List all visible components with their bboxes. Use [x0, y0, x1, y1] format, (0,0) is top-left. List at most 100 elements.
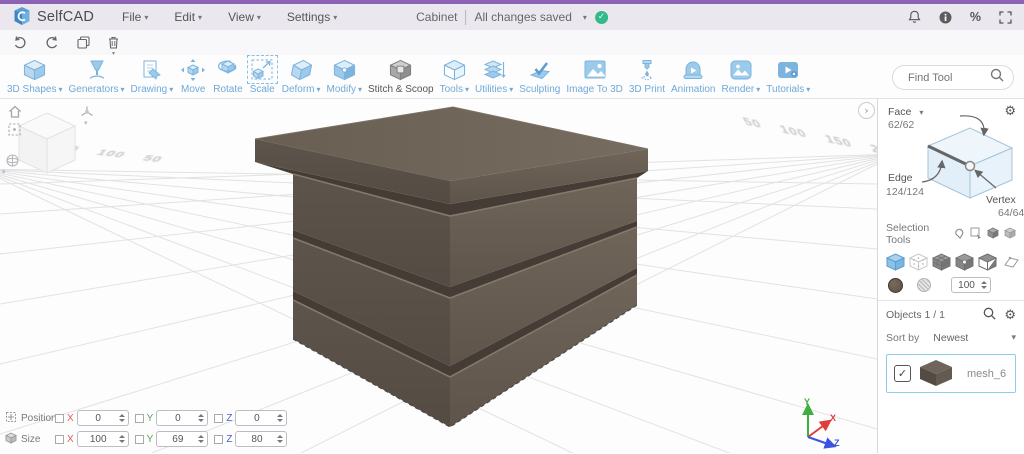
sort-dropdown[interactable]: Newest ▾: [933, 332, 1016, 344]
menu-settings[interactable]: Settings ▾: [287, 10, 337, 24]
size-z-checkbox[interactable]: [214, 434, 224, 444]
menu-edit[interactable]: Edit ▾: [174, 10, 202, 24]
chevron-down-icon: ▾: [58, 85, 63, 94]
position-x-input[interactable]: [77, 412, 119, 424]
info-icon[interactable]: [939, 11, 952, 24]
stepper-icon[interactable]: [118, 414, 128, 422]
position-x-input-box[interactable]: [76, 410, 129, 426]
tool-3d-print[interactable]: 3D Print: [629, 57, 665, 97]
size-x-input-box[interactable]: [76, 431, 129, 447]
stepper-icon[interactable]: [118, 435, 128, 443]
search-objects-icon[interactable]: [983, 307, 997, 323]
home-view-icon[interactable]: [8, 105, 22, 123]
size-y-checkbox[interactable]: [134, 434, 144, 444]
gear-icon[interactable]: ⚙: [1004, 309, 1016, 322]
stepper-icon[interactable]: [277, 435, 286, 443]
select-region-mode-icon[interactable]: [955, 253, 974, 271]
size-y-input[interactable]: [157, 433, 199, 445]
material-texture-swatch[interactable]: [917, 278, 931, 292]
select-vertices-mode-icon[interactable]: [909, 253, 928, 271]
solid-cube-icon[interactable]: [1004, 227, 1016, 242]
strength-input-box[interactable]: [951, 277, 991, 293]
tool-generators[interactable]: Generators ▾: [69, 57, 125, 97]
search-icon[interactable]: [990, 68, 1004, 87]
copy-icon[interactable]: [77, 36, 90, 49]
tool-utilities[interactable]: Utilities ▾: [475, 57, 513, 97]
panel-collapse-button[interactable]: ›: [858, 102, 875, 119]
tool-image-to-3d[interactable]: Image To 3D: [566, 57, 623, 97]
strength-input[interactable]: [952, 279, 981, 291]
position-z-input[interactable]: [236, 412, 278, 424]
select-loop-mode-icon[interactable]: [978, 253, 997, 271]
size-z-input[interactable]: [236, 433, 278, 445]
stepper-icon[interactable]: [198, 435, 207, 443]
position-y-checkbox[interactable]: [134, 413, 144, 423]
tool-modify[interactable]: Modify ▾: [327, 57, 362, 97]
stitch-scoop-icon: [387, 57, 414, 82]
delete-trash-icon[interactable]: ▾: [108, 36, 119, 57]
transform-panel: Position X Y Z Size X: [4, 410, 288, 447]
redo-icon[interactable]: [45, 36, 59, 49]
menu-file[interactable]: File ▾: [122, 10, 148, 24]
position-y-input[interactable]: [157, 412, 199, 424]
chevron-down-icon[interactable]: ▾: [84, 119, 88, 127]
tool-scale[interactable]: Scale: [246, 55, 278, 97]
tool-render[interactable]: Render ▾: [721, 57, 760, 97]
orbit-icon[interactable]: [5, 153, 20, 173]
select-object-mode-icon[interactable]: [886, 253, 905, 271]
stepper-icon[interactable]: [198, 414, 207, 422]
position-z-checkbox[interactable]: [214, 413, 224, 423]
stepper-icon[interactable]: [277, 414, 286, 422]
save-status[interactable]: All changes saved: [474, 10, 571, 24]
tool-drawing[interactable]: Drawing ▾: [131, 57, 173, 97]
select-plane-mode-icon[interactable]: [1001, 253, 1020, 271]
model-mesh-6[interactable]: [254, 106, 649, 428]
right-panel: Face ▾ 62/62 ⚙ Edge 124/124 Vertex 64/64…: [877, 99, 1024, 453]
object-list-item[interactable]: ✓ mesh_6: [886, 354, 1016, 393]
stepper-icon[interactable]: [981, 281, 990, 289]
material-row: [886, 277, 1016, 293]
main-toolbar: 3D Shapes ▾ Generators ▾ Drawing ▾ Move Rot…: [0, 55, 1024, 99]
brand[interactable]: SelfCAD: [12, 6, 94, 29]
tool-tools[interactable]: Tools ▾: [440, 57, 469, 97]
menu-bar: SelfCAD File ▾ Edit ▾ View ▾ Settings ▾ Cabi…: [0, 4, 1024, 30]
document-header: Cabinet All changes saved ▾ ✓: [416, 4, 608, 30]
position-y-input-box[interactable]: [156, 410, 209, 426]
chevron-down-icon[interactable]: ▾: [583, 13, 587, 22]
percent-shortcuts-icon[interactable]: %: [970, 10, 981, 24]
tool-3d-shapes[interactable]: 3D Shapes ▾: [7, 57, 63, 97]
undo-icon[interactable]: [13, 36, 27, 49]
find-tool-search[interactable]: [892, 65, 1014, 90]
tool-stitch-scoop[interactable]: Stitch & Scoop: [368, 57, 434, 97]
fullscreen-icon[interactable]: [999, 10, 1012, 24]
textured-cube-icon[interactable]: [987, 227, 999, 242]
main-area: 150 100 50 50 100 150 200 ▾ ▾ › Position: [0, 99, 1024, 453]
chevron-down-icon: ▾: [464, 85, 469, 94]
object-visibility-checkbox[interactable]: ✓: [894, 365, 911, 382]
tool-animation[interactable]: Animation: [671, 57, 715, 97]
position-z-input-box[interactable]: [235, 410, 288, 426]
paint-select-icon[interactable]: [953, 227, 965, 242]
navigation-cube[interactable]: [14, 109, 80, 179]
size-z-input-box[interactable]: [235, 431, 288, 447]
size-y-input-box[interactable]: [156, 431, 209, 447]
position-x-checkbox[interactable]: [55, 413, 64, 423]
sculpting-icon: [526, 57, 554, 82]
viewport-3d[interactable]: 150 100 50 50 100 150 200 ▾ ▾ › Position: [0, 99, 877, 453]
box-select-icon[interactable]: [970, 227, 982, 242]
material-color-swatch[interactable]: [888, 277, 903, 293]
notifications-bell-icon[interactable]: [908, 10, 921, 24]
tool-rotate[interactable]: Rotate: [213, 57, 243, 97]
tool-move[interactable]: Move: [179, 57, 207, 97]
saved-check-icon: ✓: [594, 10, 608, 24]
chevron-down-icon[interactable]: ▾: [2, 168, 6, 176]
select-faces-mode-icon[interactable]: [932, 253, 951, 271]
tool-deform[interactable]: Deform ▾: [282, 57, 321, 97]
size-x-input[interactable]: [77, 433, 119, 445]
fit-view-icon[interactable]: [8, 123, 21, 141]
tool-tutorials[interactable]: Tutorials ▾: [766, 57, 810, 97]
find-tool-input[interactable]: [906, 70, 986, 85]
size-x-checkbox[interactable]: [55, 434, 64, 444]
menu-view[interactable]: View ▾: [228, 10, 261, 24]
tool-sculpting[interactable]: Sculpting: [519, 57, 560, 97]
